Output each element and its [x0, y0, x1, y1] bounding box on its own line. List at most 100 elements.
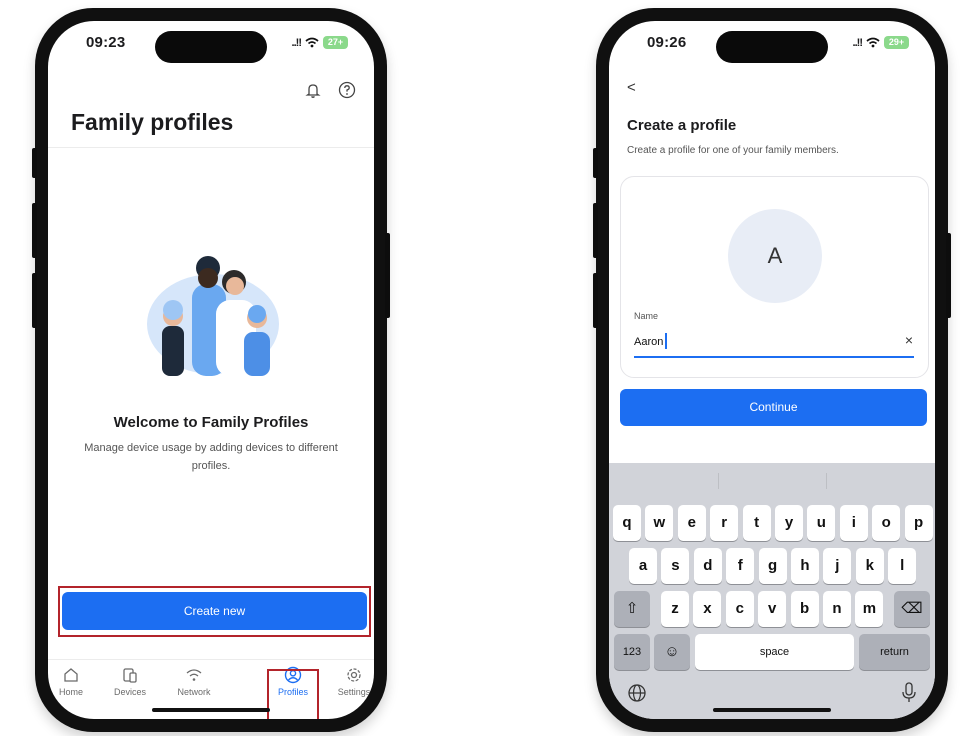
key-q[interactable]: q — [613, 505, 641, 541]
phone-side-button — [593, 203, 598, 258]
signal-icon: ..!! — [852, 36, 864, 49]
keyboard-row: qwertyuiop — [609, 505, 935, 541]
tab-label: Devices — [113, 687, 146, 697]
phone-family-profiles: 09:23 ..!! 27+ Family profiles Welcome t… — [32, 8, 390, 732]
key-l[interactable]: l — [888, 548, 917, 584]
screen-family-profiles: 09:23 ..!! 27+ Family profiles Welcome t… — [48, 21, 374, 719]
key-z[interactable]: z — [661, 591, 689, 627]
back-button[interactable]: < — [627, 79, 636, 96]
battery-icon: 29+ — [884, 36, 909, 49]
key-h[interactable]: h — [791, 548, 819, 584]
profiles-tab-highlight — [267, 669, 319, 719]
key-b[interactable]: b — [790, 591, 819, 627]
screen-create-profile: 09:26 ..!! 29+ < Create a profile Create… — [609, 21, 935, 719]
key-j[interactable]: j — [823, 548, 852, 584]
phone-create-profile: 09:26 ..!! 29+ < Create a profile Create… — [593, 8, 951, 732]
keyboard-row: ⇧ ⌫ zxcvbnm — [609, 591, 935, 627]
numbers-key[interactable]: 123 — [614, 634, 650, 670]
phone-side-button — [593, 148, 598, 178]
welcome-title: Welcome to Family Profiles — [113, 414, 309, 431]
key-g[interactable]: g — [758, 548, 787, 584]
key-t[interactable]: t — [742, 505, 771, 541]
phone-side-button — [946, 233, 951, 318]
devices-icon — [123, 668, 137, 683]
tab-label: Network — [177, 687, 211, 697]
key-s[interactable]: s — [661, 548, 690, 584]
wifi-icon — [305, 37, 319, 48]
name-underline — [634, 356, 914, 358]
microphone-icon[interactable] — [901, 682, 917, 704]
keyboard-bottom — [609, 673, 935, 713]
divider — [48, 147, 374, 148]
prediction-bar — [609, 463, 935, 499]
tab-label: Home — [58, 687, 83, 697]
return-key[interactable]: return — [859, 634, 930, 670]
key-m[interactable]: m — [855, 591, 884, 627]
continue-button[interactable]: Continue — [620, 389, 927, 426]
key-c[interactable]: c — [725, 591, 754, 627]
key-f[interactable]: f — [726, 548, 755, 584]
keyboard: qwertyuiop asdfghjkl ⇧ ⌫ zxcvbnm 123 ☺ s… — [609, 463, 935, 719]
profile-card: A Name × — [620, 176, 929, 378]
key-e[interactable]: e — [677, 505, 706, 541]
home-indicator — [152, 708, 270, 712]
globe-icon[interactable] — [627, 683, 647, 703]
tab-label: Settings — [337, 687, 371, 697]
status-time: 09:23 — [86, 34, 126, 51]
key-a[interactable]: a — [629, 548, 657, 584]
status-bar: 09:26 ..!! 29+ — [647, 34, 909, 54]
key-i[interactable]: i — [839, 505, 868, 541]
key-v[interactable]: v — [758, 591, 787, 627]
key-k[interactable]: k — [855, 548, 884, 584]
keyboard-row: 123 ☺ space return — [609, 634, 935, 670]
page-subtitle: Create a profile for one of your family … — [627, 145, 839, 156]
key-x[interactable]: x — [693, 591, 722, 627]
home-indicator — [713, 708, 831, 712]
phone-side-button — [32, 148, 37, 178]
emoji-key[interactable]: ☺ — [654, 634, 690, 670]
shift-key[interactable]: ⇧ — [614, 591, 650, 627]
tab-bar: Home Devices Network Profiles Settings — [48, 659, 374, 708]
wifi-icon — [186, 669, 202, 681]
key-u[interactable]: u — [807, 505, 836, 541]
key-d[interactable]: d — [693, 548, 722, 584]
key-o[interactable]: o — [872, 505, 901, 541]
keyboard-row: asdfghjkl — [609, 548, 935, 584]
welcome-description: Manage device usage by adding devices to… — [84, 442, 338, 472]
gear-icon — [347, 668, 361, 682]
family-illustration — [147, 256, 279, 376]
help-icon[interactable] — [338, 81, 356, 99]
status-time: 09:26 — [647, 34, 687, 51]
name-label: Name — [634, 311, 659, 321]
bell-icon[interactable] — [304, 81, 322, 99]
name-field[interactable] — [634, 333, 904, 351]
tab-home[interactable]: Home — [48, 666, 100, 697]
phone-side-button — [32, 203, 37, 258]
space-key[interactable]: space — [695, 634, 854, 670]
page-title: Family profiles — [71, 109, 234, 135]
battery-icon: 27+ — [323, 36, 348, 49]
wifi-icon — [866, 37, 880, 48]
key-r[interactable]: r — [710, 505, 739, 541]
tab-network[interactable]: Network — [165, 666, 223, 697]
phone-side-button — [593, 273, 598, 328]
key-p[interactable]: p — [904, 505, 933, 541]
prediction-divider — [826, 473, 827, 489]
key-n[interactable]: n — [823, 591, 851, 627]
create-new-button[interactable]: Create new — [62, 592, 367, 630]
phone-side-button — [385, 233, 390, 318]
status-bar: 09:23 ..!! 27+ — [86, 34, 348, 54]
key-w[interactable]: w — [645, 505, 674, 541]
text-caret — [665, 333, 667, 349]
backspace-key[interactable]: ⌫ — [894, 591, 930, 627]
tab-settings[interactable]: Settings — [325, 666, 374, 697]
clear-icon[interactable]: × — [905, 332, 913, 348]
phone-side-button — [32, 273, 37, 328]
tab-devices[interactable]: Devices — [101, 666, 159, 697]
page-title: Create a profile — [627, 117, 737, 134]
avatar[interactable]: A — [728, 209, 822, 303]
home-icon — [64, 668, 78, 682]
key-y[interactable]: y — [775, 505, 803, 541]
signal-icon: ..!! — [291, 36, 303, 49]
prediction-divider — [718, 473, 719, 489]
